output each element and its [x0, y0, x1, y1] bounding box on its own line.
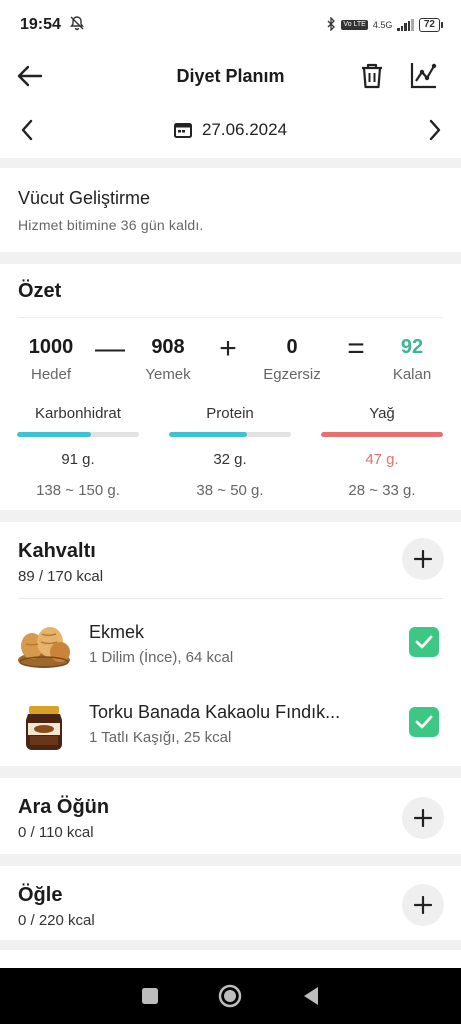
next-day-button[interactable]	[420, 114, 450, 146]
exercise-stat: 0 Egzersiz	[252, 336, 332, 383]
macro-name: Protein	[206, 405, 254, 422]
trash-icon	[362, 63, 382, 89]
meal-title: Kahvaltı	[18, 540, 96, 562]
add-food-button[interactable]	[402, 797, 444, 839]
system-nav-bar	[0, 968, 461, 1024]
macro-protein: Protein 32 g. 38 ~ 50 g.	[169, 405, 291, 499]
chart-button[interactable]	[405, 56, 443, 94]
eaten-checkbox[interactable]	[409, 707, 439, 737]
meal-title: Ara Öğün	[18, 796, 110, 818]
food-value: 908	[151, 336, 185, 358]
food-name: Torku Banada Kakaolu Fındık...	[89, 702, 341, 722]
food-item[interactable]: Ekmek 1 Dilim (İnce), 64 kcal	[0, 608, 461, 686]
current-date: 27.06.2024	[201, 120, 288, 139]
divider	[18, 598, 443, 599]
service-title: Vücut Geliştirme	[18, 188, 151, 208]
meal-card-next	[0, 950, 461, 970]
macro-progress-fill	[321, 432, 443, 437]
macro-carbs: Karbonhidrat 91 g. 138 ~ 150 g.	[17, 405, 139, 499]
remaining-label: Kalan	[392, 366, 432, 383]
macro-fat: Yağ 47 g. 28 ~ 33 g.	[321, 405, 443, 499]
goal-value: 1000	[28, 336, 74, 358]
plus-icon	[414, 896, 432, 914]
meal-card-lunch: Öğle 0 / 220 kcal	[0, 866, 461, 940]
circle-icon	[219, 984, 242, 1008]
arrow-left-icon	[17, 65, 43, 87]
app-header: Diyet Planım	[0, 50, 461, 102]
divider	[18, 317, 443, 318]
recents-button[interactable]	[130, 976, 170, 1016]
home-button[interactable]	[210, 976, 250, 1016]
macro-progress-fill	[17, 432, 92, 437]
spread-jar-icon	[26, 706, 62, 750]
goal-stat: 1000 Hedef	[11, 336, 91, 383]
page-title: Diyet Planım	[176, 65, 285, 86]
food-label: Yemek	[145, 366, 191, 383]
meal-kcal: 0 / 110 kcal	[18, 824, 94, 841]
remaining-value: 92	[400, 336, 424, 358]
macro-progress-bar	[321, 432, 443, 437]
status-bar: 19:54 Vo LTE 4.5G 72	[0, 0, 461, 50]
macro-range: 38 ~ 50 g.	[196, 482, 264, 499]
calorie-equation: 1000 Hedef — 908 Yemek + 0 Egzersiz = 92…	[0, 332, 461, 386]
eaten-checkbox[interactable]	[409, 627, 439, 657]
service-remaining: Hizmet bitimine 36 gün kaldı.	[18, 217, 204, 233]
status-time: 19:54	[20, 16, 61, 33]
delete-button[interactable]	[354, 58, 390, 94]
triangle-left-icon	[303, 987, 318, 1005]
bluetooth-icon	[326, 15, 336, 34]
macro-amount: 47 g.	[365, 451, 399, 468]
add-food-button[interactable]	[402, 538, 444, 580]
macro-progress-bar	[169, 432, 291, 437]
back-button[interactable]	[12, 58, 48, 94]
minus-sign: —	[95, 332, 125, 365]
square-icon	[142, 988, 159, 1004]
date-navigator: 27.06.2024	[0, 102, 461, 158]
volte-badge: Vo LTE	[341, 20, 368, 30]
food-detail: 1 Dilim (İnce), 64 kcal	[89, 649, 234, 666]
macro-progress-bar	[17, 432, 139, 437]
meal-kcal: 0 / 220 kcal	[18, 912, 95, 929]
plus-icon	[414, 809, 432, 827]
exercise-label: Egzersiz	[263, 366, 321, 383]
battery-icon: 72	[418, 18, 443, 32]
signal-icon	[397, 19, 414, 31]
macro-progress-fill	[169, 432, 248, 437]
macro-range: 138 ~ 150 g.	[36, 482, 120, 499]
date-picker[interactable]: 27.06.2024	[0, 102, 461, 158]
macro-amount: 91 g.	[61, 451, 95, 468]
meal-card-snack: Ara Öğün 0 / 110 kcal	[0, 778, 461, 854]
macro-amount: 32 g.	[213, 451, 247, 468]
check-icon	[415, 635, 433, 649]
check-icon	[415, 715, 433, 729]
macro-range: 28 ~ 33 g.	[348, 482, 416, 499]
summary-title: Özet	[18, 280, 62, 302]
meal-kcal: 89 / 170 kcal	[18, 568, 104, 585]
mute-icon	[69, 15, 85, 36]
network-type: 4.5G	[372, 20, 393, 30]
remaining-stat: 92 Kalan	[372, 336, 452, 383]
macro-name: Karbonhidrat	[35, 405, 121, 422]
meal-card-breakfast: Kahvaltı 89 / 170 kcal Ekmek 1 Dilim (İn…	[0, 522, 461, 766]
service-card[interactable]: Vücut Geliştirme Hizmet bitimine 36 gün …	[0, 168, 461, 252]
diet-plan-screen: 19:54 Vo LTE 4.5G 72 Diyet Planım 27.06.…	[0, 0, 461, 1024]
exercise-value: 0	[286, 336, 298, 358]
equals-sign: =	[347, 332, 365, 365]
food-item[interactable]: Torku Banada Kakaolu Fındık... 1 Tatlı K…	[0, 688, 461, 766]
chevron-right-icon	[429, 119, 441, 141]
meal-title: Öğle	[18, 884, 63, 906]
goal-label: Hedef	[30, 366, 72, 383]
line-chart-icon	[410, 63, 437, 89]
plus-sign: +	[219, 332, 237, 365]
back-nav-button[interactable]	[291, 976, 331, 1016]
food-stat: 908 Yemek	[128, 336, 208, 383]
food-name: Ekmek	[89, 622, 145, 642]
add-food-button[interactable]	[402, 884, 444, 926]
calendar-icon	[173, 123, 192, 138]
macro-name: Yağ	[369, 405, 395, 422]
food-detail: 1 Tatlı Kaşığı, 25 kcal	[89, 729, 232, 746]
bread-icon	[18, 627, 70, 668]
plus-icon	[414, 550, 432, 568]
battery-level: 72	[418, 18, 440, 32]
